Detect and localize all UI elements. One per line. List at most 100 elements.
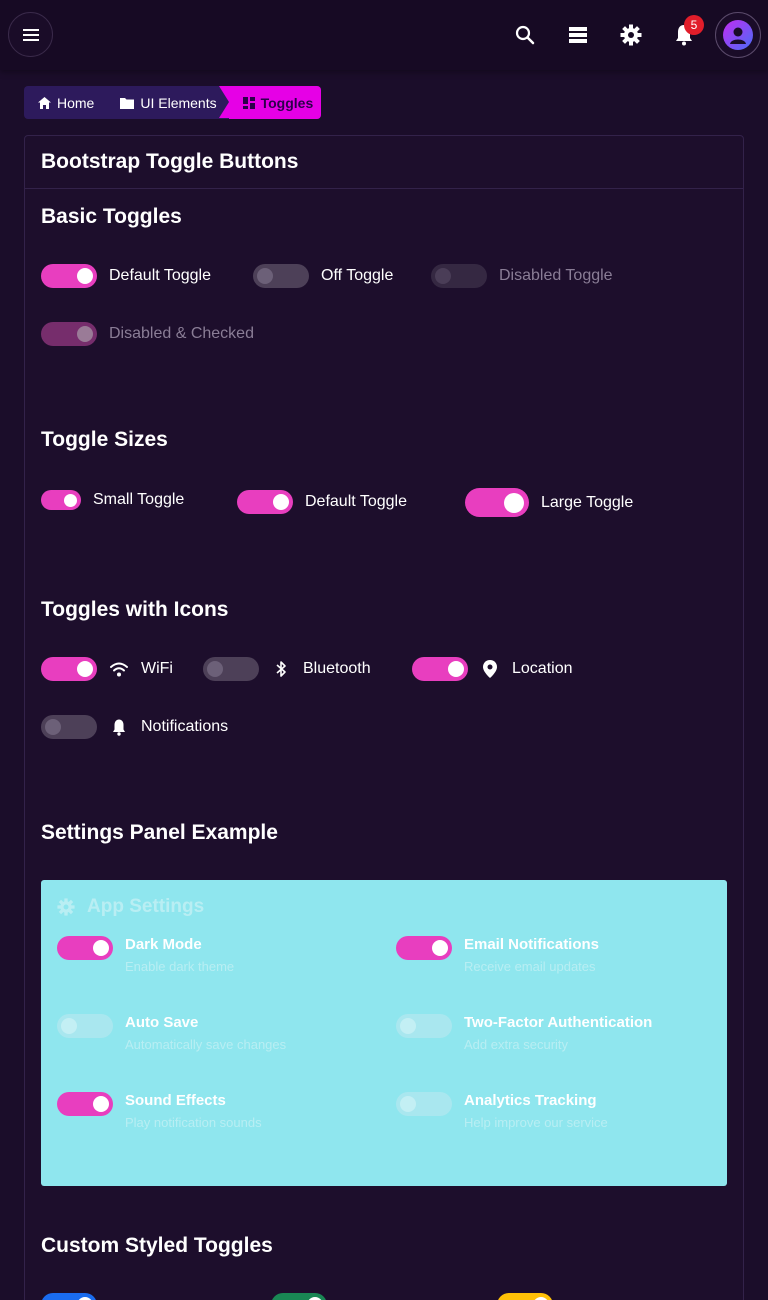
- toggle-switch[interactable]: [271, 1293, 327, 1300]
- settings-button[interactable]: [616, 20, 646, 50]
- notification-count-badge: 5: [684, 15, 704, 35]
- large-toggle[interactable]: Large Toggle: [465, 488, 633, 517]
- folder-icon: [120, 97, 135, 109]
- wifi-toggle[interactable]: WiFi: [41, 657, 173, 681]
- menu-icon: [22, 28, 39, 41]
- setting-label: Two-Factor Authentication: [464, 1014, 653, 1031]
- custom-toggles-title: Custom Styled Toggles: [41, 1234, 273, 1257]
- toggle-sizes-title: Toggle Sizes: [41, 428, 168, 451]
- grid-icon: [242, 96, 255, 109]
- breadcrumb-toggles: Toggles: [218, 86, 322, 119]
- database-icon: [569, 27, 587, 43]
- toggle-switch[interactable]: [41, 490, 81, 510]
- setting-description: Play notification sounds: [125, 1115, 262, 1130]
- custom-warning-toggle[interactable]: [497, 1293, 553, 1300]
- toggle-switch[interactable]: [465, 488, 529, 517]
- breadcrumb: Home UI Elements Toggles: [24, 86, 322, 119]
- toggle-label: Disabled & Checked: [109, 325, 254, 342]
- toggle-label: Disabled Toggle: [499, 267, 613, 284]
- toggle-label: Location: [512, 660, 573, 677]
- toggle-label: Bluetooth: [303, 660, 371, 677]
- toggle-switch[interactable]: [41, 1293, 97, 1300]
- dark-mode-setting[interactable]: Dark Mode Enable dark theme: [57, 936, 234, 974]
- notifications-toggle[interactable]: Notifications: [41, 715, 228, 739]
- search-icon: [515, 25, 535, 45]
- bluetooth-toggle[interactable]: Bluetooth: [203, 657, 371, 681]
- toggle-switch[interactable]: [396, 1092, 452, 1116]
- auto-save-setting[interactable]: Auto Save Automatically save changes: [57, 1014, 286, 1052]
- setting-label: Email Notifications: [464, 936, 600, 953]
- toggle-switch[interactable]: [396, 1014, 452, 1038]
- default-toggle[interactable]: Default Toggle: [41, 264, 211, 288]
- disabled-checked-toggle: Disabled & Checked: [41, 322, 254, 346]
- setting-label: Auto Save: [125, 1014, 199, 1031]
- location-pin-icon: [480, 659, 500, 679]
- toggle-switch[interactable]: [497, 1293, 553, 1300]
- toggle-switch[interactable]: [57, 1014, 113, 1038]
- basic-toggles-title: Basic Toggles: [41, 205, 182, 228]
- toggle-switch[interactable]: [41, 657, 97, 681]
- settings-panel-title: Settings Panel Example: [41, 821, 278, 844]
- disabled-toggle: Disabled Toggle: [431, 264, 613, 288]
- database-button[interactable]: [563, 20, 593, 50]
- toggle-switch[interactable]: [203, 657, 259, 681]
- wifi-icon: [109, 659, 129, 679]
- off-toggle[interactable]: Off Toggle: [253, 264, 393, 288]
- breadcrumb-home[interactable]: Home: [24, 86, 106, 119]
- toggle-label: Notifications: [141, 718, 229, 735]
- search-button[interactable]: [510, 20, 540, 50]
- setting-label: Dark Mode: [125, 936, 202, 953]
- user-icon: [730, 27, 746, 44]
- analytics-setting[interactable]: Analytics Tracking Help improve our serv…: [396, 1092, 608, 1130]
- breadcrumb-toggles-label: Toggles: [260, 94, 314, 111]
- setting-description: Help improve our service: [464, 1115, 608, 1130]
- two-factor-setting[interactable]: Two-Factor Authentication Add extra secu…: [396, 1014, 652, 1052]
- breadcrumb-ui-elements[interactable]: UI Elements: [106, 86, 228, 119]
- breadcrumb-home-label: Home: [57, 94, 95, 111]
- setting-description: Add extra security: [464, 1037, 569, 1052]
- setting-description: Enable dark theme: [125, 959, 235, 974]
- toggle-switch[interactable]: [41, 264, 97, 288]
- setting-description: Automatically save changes: [125, 1037, 287, 1052]
- small-toggle[interactable]: Small Toggle: [41, 490, 184, 510]
- toggle-switch[interactable]: [57, 936, 113, 960]
- toggle-label: Default Toggle: [305, 493, 407, 510]
- toggle-label: Small Toggle: [93, 491, 185, 508]
- toggle-switch[interactable]: [396, 936, 452, 960]
- menu-toggle-button[interactable]: [8, 12, 53, 57]
- toggle-buttons-card: Bootstrap Toggle Buttons Basic Toggles D…: [24, 135, 744, 1300]
- sound-effects-setting[interactable]: Sound Effects Play notification sounds: [57, 1092, 262, 1130]
- breadcrumb-ui-elements-label: UI Elements: [140, 94, 217, 111]
- email-notifications-setting[interactable]: Email Notifications Receive email update…: [396, 936, 599, 974]
- toggle-switch: [431, 264, 487, 288]
- toggle-switch[interactable]: [41, 715, 97, 739]
- toggle-switch[interactable]: [57, 1092, 113, 1116]
- custom-success-toggle[interactable]: [271, 1293, 327, 1300]
- user-avatar-button[interactable]: [715, 12, 761, 58]
- custom-primary-toggle[interactable]: [41, 1293, 97, 1300]
- setting-label: Sound Effects: [125, 1092, 226, 1109]
- toggle-switch[interactable]: [237, 490, 293, 514]
- home-icon: [38, 96, 51, 109]
- toggle-label: Default Toggle: [109, 267, 211, 284]
- setting-label: Analytics Tracking: [464, 1092, 597, 1109]
- toggle-switch[interactable]: [253, 264, 309, 288]
- toggle-label: WiFi: [141, 660, 173, 677]
- gear-icon: [57, 898, 75, 916]
- panel-header: App Settings: [57, 896, 204, 918]
- setting-description: Receive email updates: [464, 959, 596, 974]
- location-toggle[interactable]: Location: [412, 657, 573, 681]
- toggles-with-icons-title: Toggles with Icons: [41, 598, 229, 621]
- toggle-switch: [41, 322, 97, 346]
- bell-icon: [109, 717, 129, 737]
- toggle-switch[interactable]: [412, 657, 468, 681]
- top-navbar: 5: [0, 0, 768, 70]
- toggle-label: Large Toggle: [541, 493, 634, 511]
- settings-panel: App Settings Dark Mode Enable dark theme…: [41, 880, 727, 1186]
- bluetooth-icon: [271, 659, 291, 679]
- gear-icon: [620, 24, 642, 46]
- toggle-label: Off Toggle: [321, 267, 394, 284]
- avatar: [723, 20, 753, 50]
- card-title: Bootstrap Toggle Buttons: [25, 136, 743, 189]
- default-size-toggle[interactable]: Default Toggle: [237, 490, 407, 514]
